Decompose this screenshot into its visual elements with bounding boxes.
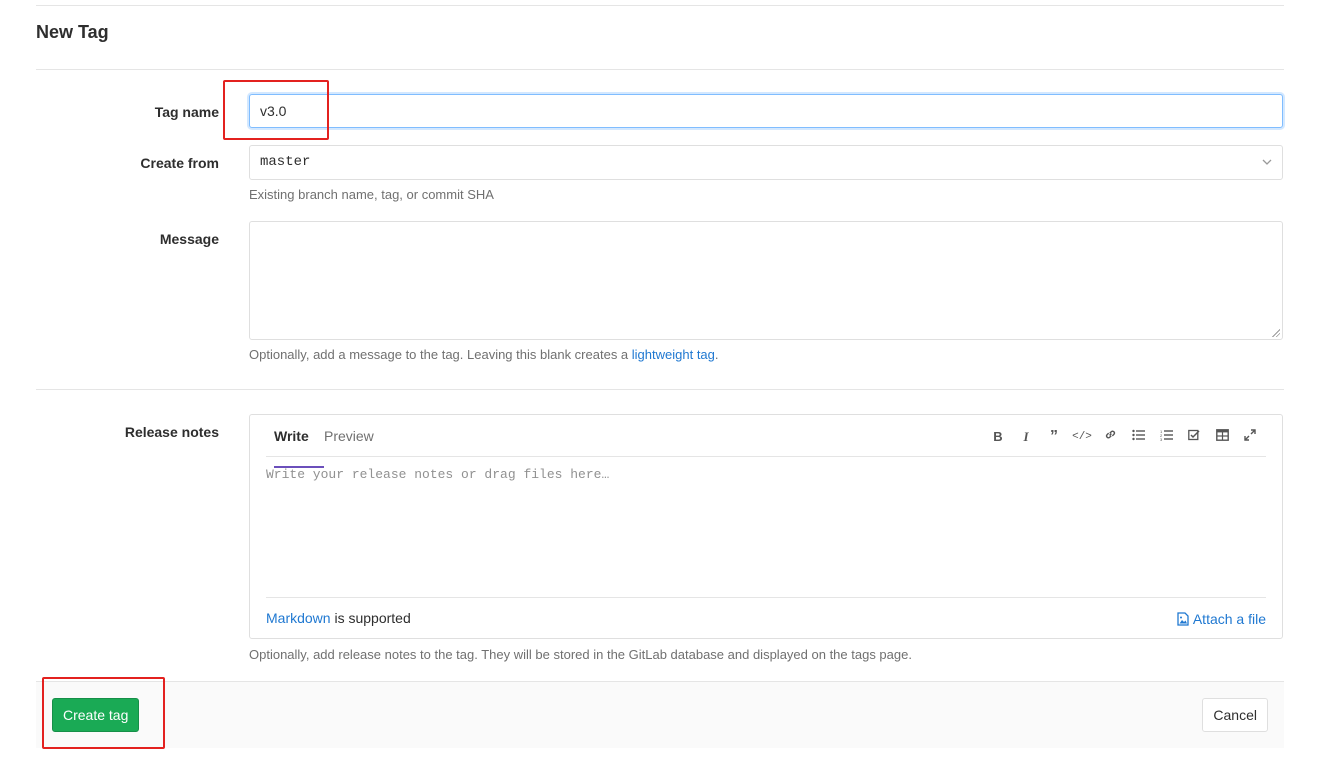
tab-preview[interactable]: Preview bbox=[324, 428, 374, 444]
top-divider bbox=[36, 5, 1284, 6]
table-icon[interactable] bbox=[1212, 428, 1232, 446]
create-from-select[interactable]: master bbox=[249, 145, 1283, 180]
bold-icon[interactable]: B bbox=[988, 428, 1008, 446]
task-list-icon[interactable] bbox=[1184, 428, 1204, 446]
markdown-link[interactable]: Markdown bbox=[266, 610, 331, 626]
markdown-toolbar: B I ” </> 123 bbox=[988, 428, 1258, 446]
tag-name-label: Tag name bbox=[154, 104, 219, 120]
link-icon[interactable] bbox=[1100, 428, 1120, 446]
bulleted-list-icon[interactable] bbox=[1128, 428, 1148, 446]
numbered-list-icon[interactable]: 123 bbox=[1156, 428, 1176, 446]
code-icon[interactable]: </> bbox=[1072, 428, 1092, 446]
message-help-text: Optionally, add a message to the tag. Le… bbox=[249, 347, 632, 362]
section-divider bbox=[36, 389, 1284, 390]
create-from-value: master bbox=[260, 154, 311, 170]
release-notes-editor: Write Preview B I ” </> 123 Write your r… bbox=[249, 414, 1283, 639]
create-from-label: Create from bbox=[140, 155, 219, 171]
lightweight-tag-link[interactable]: lightweight tag bbox=[632, 347, 715, 362]
release-notes-help: Optionally, add release notes to the tag… bbox=[249, 647, 912, 662]
message-help: Optionally, add a message to the tag. Le… bbox=[249, 347, 719, 362]
image-file-icon bbox=[1177, 612, 1189, 626]
page-title: New Tag bbox=[36, 22, 109, 42]
markdown-support: Markdown is supported bbox=[266, 610, 411, 626]
cancel-button[interactable]: Cancel bbox=[1202, 698, 1268, 732]
release-notes-textarea[interactable]: Write your release notes or drag files h… bbox=[266, 467, 1266, 587]
chevron-down-icon bbox=[1262, 146, 1272, 179]
message-help-suffix: . bbox=[714, 347, 719, 362]
annotation-box-tag-name bbox=[223, 80, 329, 140]
message-label: Message bbox=[159, 231, 219, 247]
quote-icon[interactable]: ” bbox=[1044, 428, 1064, 446]
tab-write[interactable]: Write bbox=[274, 428, 324, 468]
attach-file-button[interactable]: Attach a file bbox=[1177, 611, 1266, 627]
message-textarea[interactable] bbox=[249, 221, 1283, 340]
italic-icon[interactable]: I bbox=[1016, 428, 1036, 446]
resize-handle[interactable] bbox=[1272, 329, 1280, 337]
tag-name-input[interactable] bbox=[249, 94, 1283, 128]
markdown-support-text: is supported bbox=[330, 610, 411, 626]
release-notes-label: Release notes bbox=[124, 424, 219, 440]
editor-footer: Markdown is supported Attach a file bbox=[266, 597, 1266, 640]
title-divider bbox=[36, 69, 1284, 70]
form-actions: Create tag Cancel bbox=[36, 681, 1284, 748]
fullscreen-icon[interactable] bbox=[1240, 428, 1260, 446]
create-from-help: Existing branch name, tag, or commit SHA bbox=[249, 187, 494, 202]
svg-text:3: 3 bbox=[1160, 437, 1163, 441]
attach-file-label: Attach a file bbox=[1192, 611, 1266, 627]
editor-tabs: Write Preview B I ” </> 123 bbox=[266, 415, 1266, 468]
tab-write-label: Write bbox=[274, 428, 309, 444]
annotation-box-create-tag bbox=[42, 677, 165, 749]
